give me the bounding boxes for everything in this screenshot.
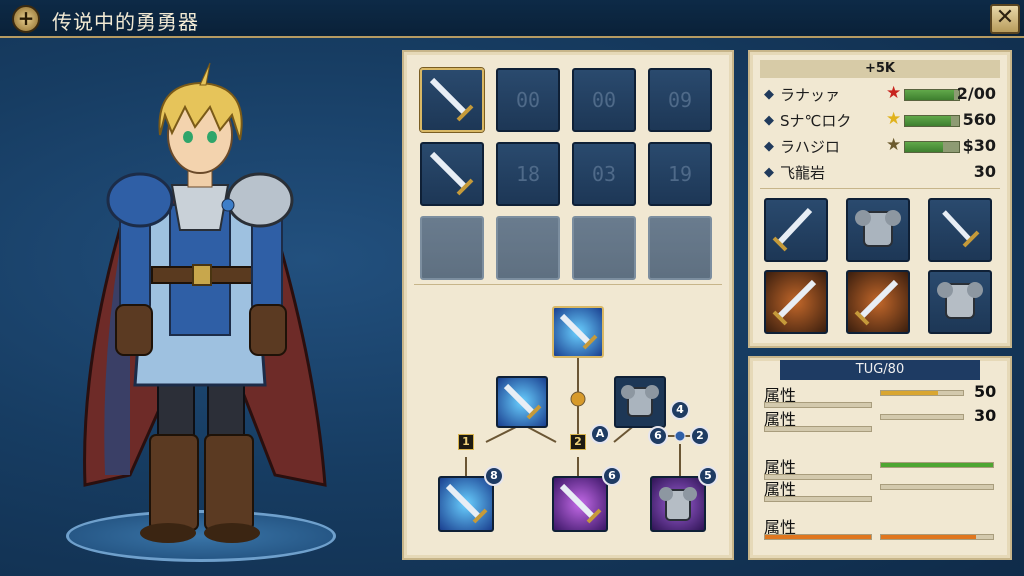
gem-icon: ◆ (764, 139, 774, 154)
tier-marker-1: 1 (458, 434, 474, 450)
inventory-slot-1[interactable] (420, 68, 484, 132)
tier-marker-2: 2 (570, 434, 586, 450)
star-icon: ★ (886, 135, 902, 155)
star-icon: ★ (886, 83, 902, 103)
hero-character (60, 55, 340, 570)
slot-code: 00 (515, 88, 541, 112)
gem-icon: ◆ (764, 113, 774, 128)
stat-value: 2/00 (956, 84, 996, 103)
attribute-bonus-bar (880, 484, 994, 490)
equipment-panel: 00 00 09 18 03 19 8 6 5 4 6 2 A 1 2 (402, 50, 734, 560)
stat-bar (904, 141, 960, 153)
gem-icon: ◆ (764, 165, 774, 180)
skill-node-bottom-blue-sword[interactable] (438, 476, 494, 532)
attribute-value: 30 (974, 406, 997, 425)
skill-badge-2: 2 (690, 426, 710, 446)
skill-node-purple-armor[interactable] (650, 476, 706, 532)
inventory-slot-2[interactable]: 00 (496, 68, 560, 132)
inventory-slot-4[interactable]: 09 (648, 68, 712, 132)
slot-code: 18 (515, 162, 541, 186)
page-title: 传说中的勇勇器 (52, 10, 199, 34)
stat-row: ◆ 飞龍岩 30 (764, 162, 996, 184)
skill-badge-a: A (590, 424, 610, 444)
attribute-bonus-bar (880, 534, 994, 540)
stat-row: ◆ Sナ℃ロク ★ 560 (764, 109, 996, 132)
stat-value: 30 (973, 162, 996, 181)
inventory-slot-6[interactable]: 18 (496, 142, 560, 206)
inventory-slot-7[interactable]: 03 (572, 142, 636, 206)
attributes-panel: TUG/80 属性 50 属性 30 属性 属性 属性 (748, 356, 1012, 560)
attribute-base-bar (764, 534, 872, 540)
stat-value: $30 (962, 136, 996, 155)
attribute-bonus-bar (880, 390, 964, 396)
title-bar: + 传说中的勇勇器 ✕ (0, 0, 1024, 38)
gear-dagger[interactable] (928, 198, 992, 262)
inventory-slot-8[interactable]: 19 (648, 142, 712, 206)
skill-badge-6: 6 (602, 466, 622, 486)
stats-panel: +5K ◆ ラナッァ ★ 2/00 ◆ Sナ℃ロク ★ 560 ◆ ラハジロ ★ $30 ◆ 飞龍岩 30 (748, 50, 1012, 348)
attribute-bonus-bar (880, 414, 964, 420)
inventory-slot-11[interactable] (572, 216, 636, 280)
slot-code: 19 (667, 162, 693, 186)
inventory-slot-10[interactable] (496, 216, 560, 280)
close-button[interactable]: ✕ (990, 4, 1020, 34)
stat-bar (904, 115, 960, 127)
inventory-slot-9[interactable] (420, 216, 484, 280)
slot-code: 09 (667, 88, 693, 112)
inventory-slot-3[interactable]: 00 (572, 68, 636, 132)
attribute-base-bar (764, 496, 872, 502)
star-icon: ★ (886, 109, 902, 129)
gem-icon: ◆ (764, 87, 774, 102)
skill-badge-5: 5 (698, 466, 718, 486)
stat-label: ラナッァ (780, 86, 841, 104)
inventory-slot-12[interactable] (648, 216, 712, 280)
slot-code: 03 (591, 162, 617, 186)
skill-node-top-sword[interactable] (552, 306, 604, 358)
stats-header: +5K (760, 60, 1000, 78)
skill-badge-4: 4 (670, 400, 690, 420)
gear-fire-sword-1[interactable] (764, 270, 828, 334)
stat-label: Sナ℃ロク (780, 112, 852, 130)
inventory-slot-5[interactable] (420, 142, 484, 206)
stat-label: ラハジロ (780, 138, 840, 156)
stat-row: ◆ ラナッァ ★ 2/00 (764, 83, 996, 106)
skill-node-blue-sword[interactable] (496, 376, 548, 428)
gear-armor-1[interactable] (846, 198, 910, 262)
hero-portrait (83, 62, 327, 543)
panel-divider (414, 284, 722, 285)
menu-plus-icon[interactable]: + (12, 5, 40, 33)
gear-sword-1[interactable] (764, 198, 828, 262)
skill-node-purple-sword[interactable] (552, 476, 608, 532)
attribute-value: 50 (974, 382, 997, 401)
attribute-base-bar (764, 426, 872, 432)
gear-armor-2[interactable] (928, 270, 992, 334)
skill-badge-6-left: 6 (648, 426, 668, 446)
sword-icon (429, 151, 474, 196)
stat-row: ◆ ラハジロ ★ $30 (764, 135, 996, 158)
slot-code: 00 (591, 88, 617, 112)
stat-value: 560 (962, 110, 996, 129)
skill-badge-8: 8 (484, 466, 504, 486)
sword-icon (429, 77, 474, 122)
attribute-bonus-bar (880, 462, 994, 468)
gear-fire-sword-2[interactable] (846, 270, 910, 334)
stats-divider (760, 188, 1000, 189)
stat-label: 飞龍岩 (780, 164, 826, 182)
skill-node-armor[interactable] (614, 376, 666, 428)
attributes-header: TUG/80 (780, 360, 980, 380)
stat-bar (904, 89, 960, 101)
